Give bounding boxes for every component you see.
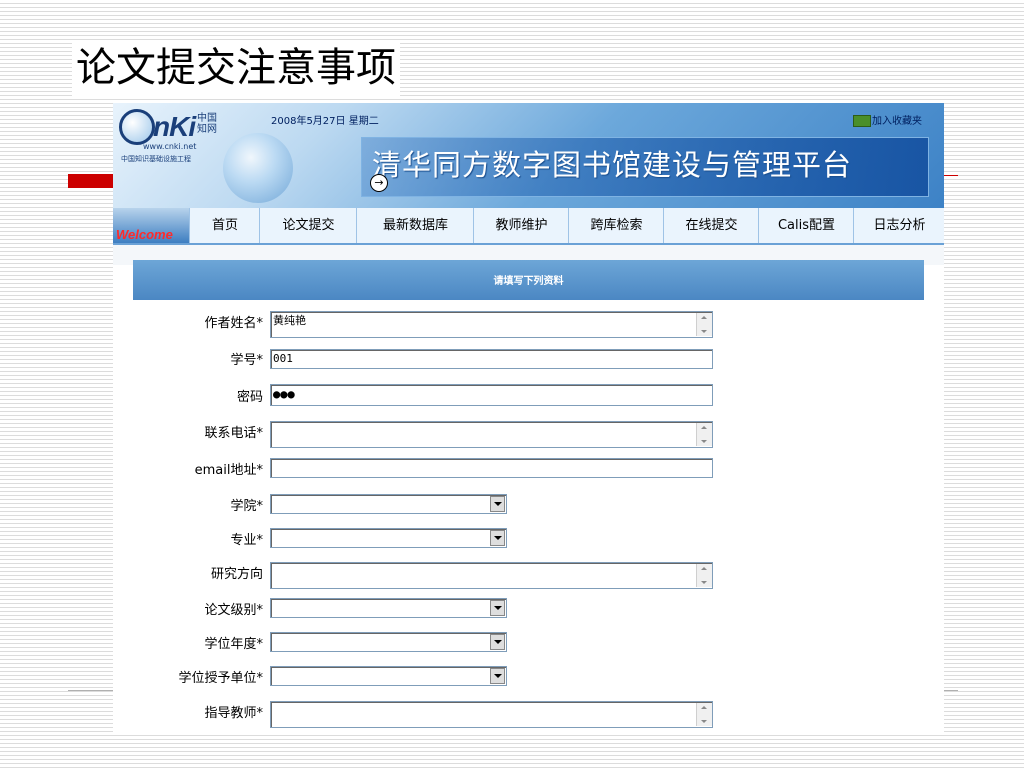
nav-online-submit[interactable]: 在线提交	[663, 208, 759, 243]
major-select[interactable]	[270, 528, 507, 548]
folder-icon	[853, 115, 871, 127]
advisor-field[interactable]	[270, 701, 713, 728]
platform-title-box: 清华同方数字图书馆建设与管理平台 →	[361, 137, 929, 197]
email-field[interactable]	[270, 458, 713, 478]
phone-label: 联系电话*	[204, 426, 263, 441]
college-select[interactable]	[270, 494, 507, 514]
main-nav: Welcome 首页 论文提交 最新数据库 教师维护 跨库检索 在线提交 Cal…	[113, 208, 944, 245]
welcome-tab: Welcome	[113, 208, 189, 243]
author-name-scrollbar[interactable]	[696, 313, 712, 336]
chevron-down-icon[interactable]	[490, 530, 505, 546]
accent-line	[944, 175, 958, 176]
student-id-label: 学号*	[230, 353, 263, 368]
advisor-label: 指导教师*	[204, 706, 263, 721]
degree-unit-select[interactable]	[270, 666, 507, 686]
nav-calis-config[interactable]: Calis配置	[758, 208, 854, 243]
logo-subtitle: 中国知识基础设施工程	[121, 155, 191, 163]
header-banner: nKi 中国 知网 www.cnki.net 中国知识基础设施工程 2008年5…	[113, 103, 944, 208]
logo-cn: 中国 知网	[197, 113, 217, 135]
chevron-down-icon[interactable]	[490, 600, 505, 616]
nav-cross-search[interactable]: 跨库检索	[568, 208, 664, 243]
slide-title: 论文提交注意事项	[72, 40, 400, 96]
thesis-level-select[interactable]	[270, 598, 507, 618]
author-name-field[interactable]: 黄纯艳	[270, 311, 713, 338]
arrow-right-icon[interactable]: →	[370, 174, 388, 192]
phone-scrollbar[interactable]	[696, 423, 712, 446]
email-label: email地址*	[194, 463, 263, 478]
research-scrollbar[interactable]	[696, 564, 712, 587]
author-name-value: 黄纯艳	[273, 314, 306, 327]
major-label: 专业*	[230, 533, 263, 548]
nav-log-analysis[interactable]: 日志分析	[853, 208, 944, 243]
research-label: 研究方向	[210, 567, 263, 582]
favorite-label: 加入收藏夹	[872, 116, 922, 127]
thesis-level-label: 论文级别*	[204, 603, 263, 618]
add-favorite-link[interactable]: 加入收藏夹	[853, 112, 922, 127]
chevron-down-icon[interactable]	[490, 496, 505, 512]
degree-year-label: 学位年度*	[204, 637, 263, 652]
phone-field[interactable]	[270, 421, 713, 448]
chevron-down-icon[interactable]	[490, 634, 505, 650]
password-value: ●●●	[273, 387, 295, 401]
password-field[interactable]: ●●●	[270, 384, 713, 406]
research-field[interactable]	[270, 562, 713, 589]
student-id-value: 001	[273, 352, 293, 365]
college-label: 学院*	[230, 499, 263, 514]
screenshot-window: nKi 中国 知网 www.cnki.net 中国知识基础设施工程 2008年5…	[113, 103, 944, 733]
author-name-label: 作者姓名*	[204, 316, 263, 331]
welcome-label: Welcome	[116, 227, 173, 242]
degree-year-select[interactable]	[270, 632, 507, 652]
globe-icon	[223, 133, 293, 203]
chevron-down-icon[interactable]	[490, 668, 505, 684]
logo-c-icon	[119, 109, 155, 145]
logo-brand: nKi	[153, 111, 196, 142]
nav-teacher-maint[interactable]: 教师维护	[473, 208, 569, 243]
form-heading: 请填写下列资料	[133, 260, 924, 300]
advisor-scrollbar[interactable]	[696, 703, 712, 726]
form-panel: 请填写下列资料 作者姓名* 黄纯艳 学号* 001 密码 ●●● 联系电话* e…	[133, 260, 924, 733]
divider-left	[68, 690, 114, 691]
nav-latest-db[interactable]: 最新数据库	[356, 208, 474, 243]
password-label: 密码	[236, 390, 263, 405]
degree-unit-label: 学位授予单位*	[178, 671, 263, 686]
logo-url: www.cnki.net	[143, 142, 197, 151]
nav-thesis-submit[interactable]: 论文提交	[259, 208, 357, 243]
date-label: 2008年5月27日 星期二	[271, 116, 379, 127]
divider-right	[944, 690, 958, 691]
accent-bar	[68, 174, 118, 188]
nav-home[interactable]: 首页	[189, 208, 260, 243]
student-id-field[interactable]: 001	[270, 349, 713, 369]
platform-title: 清华同方数字图书馆建设与管理平台	[372, 148, 853, 182]
